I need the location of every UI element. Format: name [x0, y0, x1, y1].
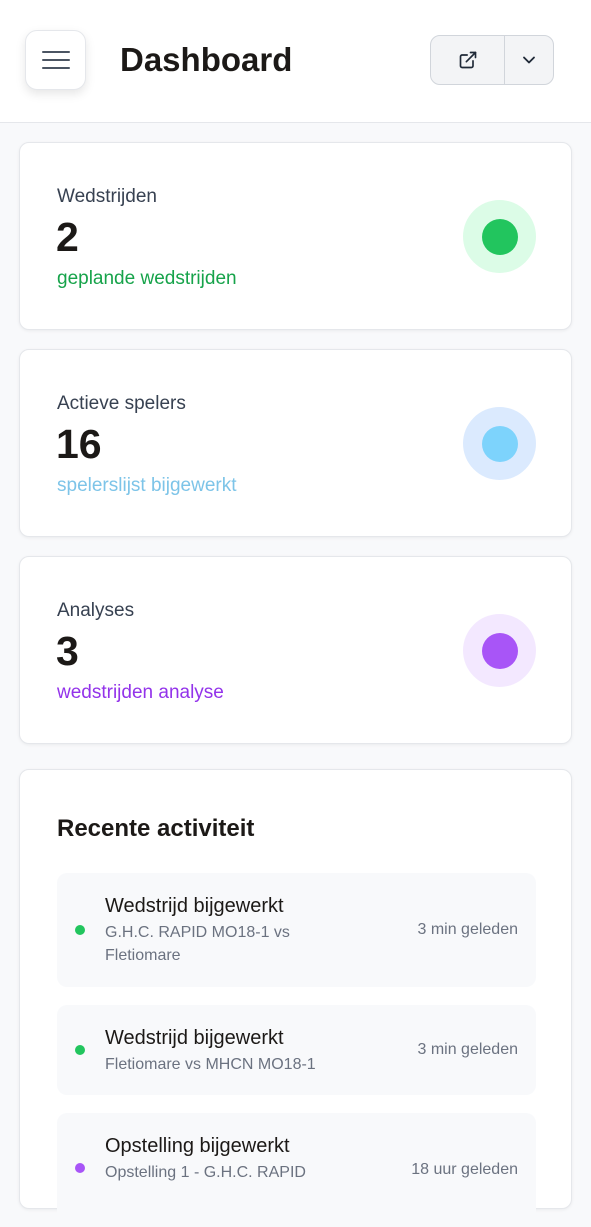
activity-description: Fletiomare vs MHCN MO18-1 [105, 1056, 316, 1073]
external-link-icon [459, 51, 476, 69]
stat-label: Analyses [57, 600, 135, 621]
activity-description: Opstelling 1 - G.H.C. RAPID [105, 1164, 306, 1181]
activity-time: 3 min geleden [417, 921, 518, 938]
stat-value: 16 [56, 421, 102, 467]
activity-item[interactable]: Wedstrijd bijgewerkt Fletiomare vs MHCN … [57, 1005, 536, 1095]
stat-card-analyses[interactable]: Analyses 3 wedstrijden analyse [19, 556, 572, 744]
stat-subtitle: geplande wedstrijden [57, 268, 237, 289]
activity-description: G.H.C. RAPID MO18-1 vs Fletiomare [105, 924, 290, 964]
status-dot-icon [463, 614, 536, 687]
chevron-down-icon [523, 56, 535, 64]
stat-subtitle: wedstrijden analyse [57, 682, 224, 703]
stat-card-wedstrijden[interactable]: Wedstrijden 2 geplande wedstrijden [19, 142, 572, 330]
dropdown-button[interactable] [505, 36, 553, 84]
activity-time: 18 uur geleden [411, 1161, 518, 1178]
stat-subtitle: spelerslijst bijgewerkt [57, 475, 237, 496]
menu-button[interactable] [25, 30, 86, 90]
open-external-button[interactable] [431, 36, 505, 84]
stat-value: 3 [56, 628, 79, 674]
activity-title: Wedstrijd bijgewerkt [105, 895, 284, 917]
status-dot-icon [463, 200, 536, 273]
activity-item[interactable]: Opstelling bijgewerkt Opstelling 1 - G.H… [57, 1113, 536, 1227]
stat-label: Actieve spelers [57, 393, 186, 414]
hamburger-icon [41, 51, 70, 69]
activity-dot-icon [75, 1163, 85, 1173]
section-title: Recente activiteit [57, 815, 255, 842]
activity-dot-icon [75, 1045, 85, 1055]
status-dot-icon [463, 407, 536, 480]
page-title: Dashboard [120, 41, 293, 78]
stat-card-actieve-spelers[interactable]: Actieve spelers 16 spelerslijst bijgewer… [19, 349, 572, 537]
app-header: Dashboard [0, 0, 591, 123]
activity-title: Opstelling bijgewerkt [105, 1135, 290, 1157]
stat-value: 2 [56, 214, 79, 260]
activity-time: 3 min geleden [417, 1041, 518, 1058]
recent-activity-card: Recente activiteit Wedstrijd bijgewerkt … [19, 769, 572, 1227]
header-button-group [430, 35, 554, 85]
activity-item[interactable]: Wedstrijd bijgewerkt G.H.C. RAPID MO18-1… [57, 873, 536, 987]
activity-dot-icon [75, 925, 85, 935]
stat-label: Wedstrijden [57, 186, 157, 207]
activity-title: Wedstrijd bijgewerkt [105, 1027, 284, 1049]
